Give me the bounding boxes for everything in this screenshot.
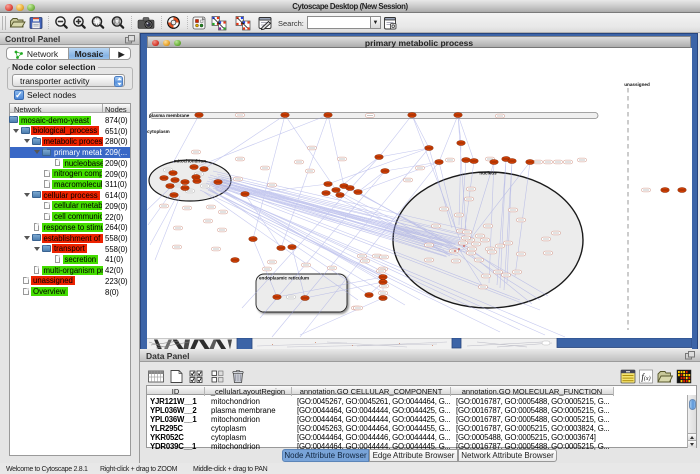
svg-text:1:1: 1:1 [115,20,120,24]
svg-text:nucleus: nucleus [479,171,497,176]
svg-text:cytoplasm: cytoplasm [147,129,170,134]
svg-text:mitochondrion: mitochondrion [174,159,206,164]
svg-text:endoplasmic reticulum: endoplasmic reticulum [259,276,309,281]
svg-text:plasma membrane: plasma membrane [149,113,190,118]
svg-text:unassigned: unassigned [624,82,650,87]
